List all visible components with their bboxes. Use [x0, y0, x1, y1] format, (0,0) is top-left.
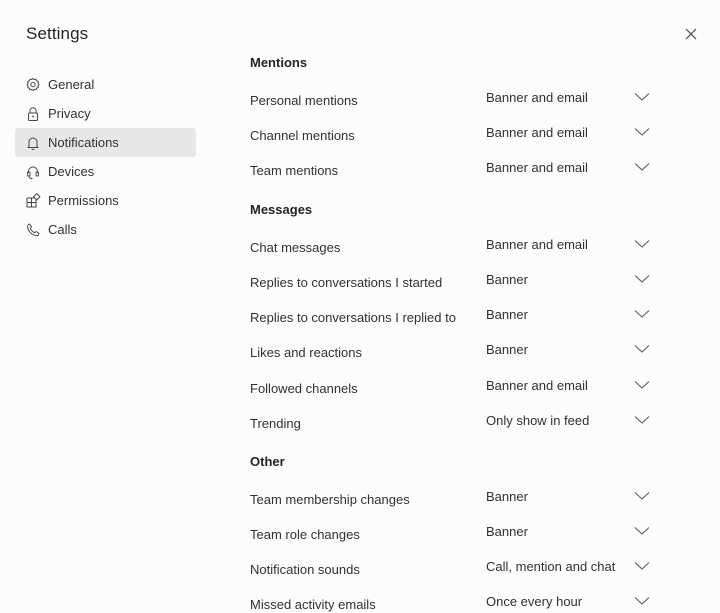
nav-item-privacy[interactable]: Privacy: [15, 99, 196, 128]
setting-row: Replies to conversations I started Banne…: [250, 269, 670, 297]
setting-label: Team role changes: [250, 527, 360, 542]
dropdown-value: Banner: [486, 307, 528, 322]
chevron-down-icon: [634, 163, 650, 171]
dropdown-value: Banner: [486, 272, 528, 287]
nav-item-label: General: [48, 77, 95, 92]
chevron-down-icon: [634, 128, 650, 136]
setting-dropdown[interactable]: Banner and email: [486, 122, 656, 146]
setting-row: Personal mentions Banner and email: [250, 87, 670, 115]
setting-row: Team membership changes Banner: [250, 486, 670, 514]
section-title-messages: Messages: [250, 202, 313, 217]
chevron-down-icon: [634, 240, 650, 248]
setting-dropdown[interactable]: Banner and email: [486, 375, 656, 399]
setting-row: Trending Only show in feed: [250, 410, 670, 438]
setting-label: Chat messages: [250, 240, 341, 255]
chevron-down-icon: [634, 93, 650, 101]
lock-icon: [25, 106, 41, 122]
setting-dropdown[interactable]: Call, mention and chat: [486, 556, 656, 580]
apps-icon: [25, 192, 41, 209]
setting-label: Followed channels: [250, 381, 358, 396]
setting-row: Replies to conversations I replied to Ba…: [250, 304, 670, 332]
chevron-down-icon: [634, 527, 650, 535]
dropdown-value: Banner: [486, 489, 528, 504]
setting-dropdown[interactable]: Banner: [486, 269, 656, 293]
setting-row: Team role changes Banner: [250, 521, 670, 549]
gear-icon: [25, 77, 41, 93]
setting-dropdown[interactable]: Banner and email: [486, 234, 656, 258]
setting-row: Followed channels Banner and email: [250, 375, 670, 403]
settings-dialog: Settings General Privacy Notifications D…: [0, 0, 720, 613]
setting-dropdown[interactable]: Banner and email: [486, 157, 656, 181]
chevron-down-icon: [634, 275, 650, 283]
nav-item-general[interactable]: General: [15, 70, 196, 99]
setting-dropdown[interactable]: Banner: [486, 304, 656, 328]
setting-label: Team mentions: [250, 163, 339, 178]
dropdown-value: Banner and email: [486, 160, 588, 175]
dropdown-value: Only show in feed: [486, 413, 590, 428]
setting-label: Trending: [250, 416, 301, 431]
setting-row: Team mentions Banner and email: [250, 157, 670, 185]
section-title-mentions: Mentions: [250, 55, 308, 70]
setting-row: Notification sounds Call, mention and ch…: [250, 556, 670, 584]
phone-icon: [25, 222, 41, 238]
settings-nav: General Privacy Notifications Devices Pe…: [15, 70, 196, 244]
nav-item-label: Permissions: [48, 193, 119, 208]
setting-dropdown[interactable]: Banner: [486, 486, 656, 510]
setting-dropdown[interactable]: Banner and email: [486, 87, 656, 111]
bell-icon: [25, 135, 41, 151]
chevron-down-icon: [634, 310, 650, 318]
dropdown-value: Banner: [486, 342, 528, 357]
close-icon: [685, 28, 697, 40]
setting-dropdown[interactable]: Once every hour: [486, 591, 656, 613]
page-title: Settings: [26, 24, 89, 43]
setting-dropdown[interactable]: Only show in feed: [486, 410, 656, 434]
nav-item-label: Calls: [48, 222, 77, 237]
setting-label: Replies to conversations I replied to: [250, 310, 456, 325]
dropdown-value: Once every hour: [486, 594, 583, 609]
close-button[interactable]: [682, 25, 700, 43]
section-title-other: Other: [250, 454, 285, 469]
setting-label: Team membership changes: [250, 492, 410, 507]
setting-label: Missed activity emails: [250, 597, 376, 612]
dropdown-value: Banner and email: [486, 125, 588, 140]
setting-label: Likes and reactions: [250, 345, 363, 360]
headset-icon: [25, 164, 41, 180]
dropdown-value: Banner and email: [486, 378, 588, 393]
setting-row: Missed activity emails Once every hour: [250, 591, 670, 613]
nav-item-label: Notifications: [48, 135, 119, 150]
setting-label: Replies to conversations I started: [250, 275, 443, 290]
setting-row: Likes and reactions Banner: [250, 339, 670, 367]
dropdown-value: Banner and email: [486, 90, 588, 105]
chevron-down-icon: [634, 416, 650, 424]
nav-item-label: Privacy: [48, 106, 91, 121]
chevron-down-icon: [634, 597, 650, 605]
chevron-down-icon: [634, 492, 650, 500]
dropdown-value: Banner and email: [486, 237, 588, 252]
nav-item-calls[interactable]: Calls: [15, 215, 196, 244]
dropdown-value: Call, mention and chat: [486, 559, 616, 574]
setting-label: Channel mentions: [250, 128, 355, 143]
chevron-down-icon: [634, 345, 650, 353]
setting-label: Personal mentions: [250, 93, 358, 108]
dropdown-value: Banner: [486, 524, 528, 539]
nav-item-notifications[interactable]: Notifications: [15, 128, 196, 157]
chevron-down-icon: [634, 381, 650, 389]
nav-item-label: Devices: [48, 164, 95, 179]
chevron-down-icon: [634, 562, 650, 570]
setting-label: Notification sounds: [250, 562, 360, 577]
nav-item-devices[interactable]: Devices: [15, 157, 196, 186]
setting-dropdown[interactable]: Banner: [486, 339, 656, 363]
setting-row: Chat messages Banner and email: [250, 234, 670, 262]
setting-row: Channel mentions Banner and email: [250, 122, 670, 150]
nav-item-permissions[interactable]: Permissions: [15, 186, 196, 215]
setting-dropdown[interactable]: Banner: [486, 521, 656, 545]
